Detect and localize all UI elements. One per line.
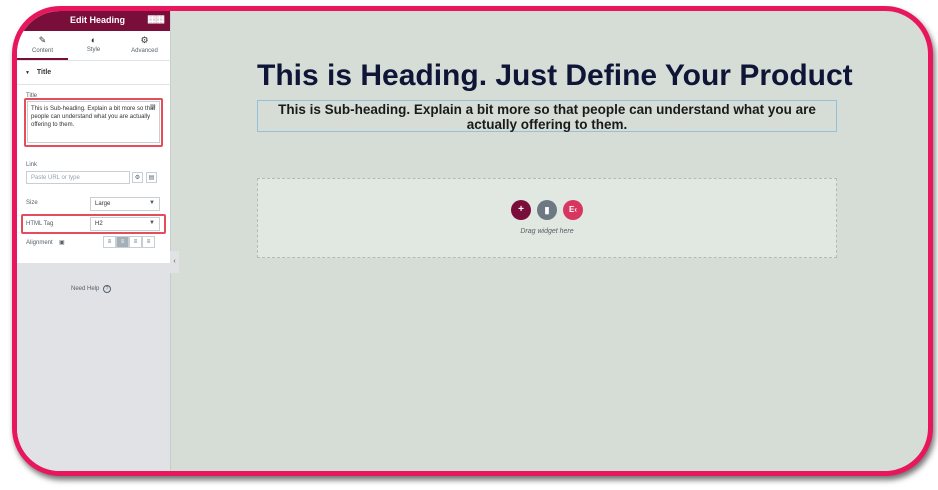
link-input[interactable]: Paste URL or type [26, 171, 130, 184]
html-tag-select-value: H2 [95, 221, 103, 227]
alignment-buttons: ≡ ≡ ≡ ≡ [103, 236, 155, 248]
tab-content[interactable]: ✎ Content [17, 31, 68, 60]
dropzone-buttons: + ▮ E‹ [511, 200, 583, 220]
link-settings-gear-icon[interactable]: ⚙ [132, 172, 143, 183]
pencil-icon: ✎ [38, 35, 47, 45]
chevron-down-icon: ▼ [149, 200, 155, 206]
chevron-down-icon: ▼ [149, 220, 155, 226]
elementor-kit-icon[interactable]: E‹ [563, 200, 583, 220]
gear-icon: ⚙ [140, 35, 149, 45]
need-help-label: Need Help [71, 286, 100, 292]
section-title-toggle[interactable]: ▼ Title [17, 61, 170, 85]
alignment-label: Alignment [26, 240, 53, 246]
desktop-icon[interactable]: ▣ [59, 239, 65, 246]
editor-panel: Edit Heading ▦▦ ✎ Content ◐ Style ⚙ Adva… [17, 11, 171, 471]
widget-dropzone[interactable]: + ▮ E‹ Drag widget here [257, 178, 837, 258]
html-tag-select[interactable]: H2 ▼ [90, 217, 160, 231]
contrast-icon: ◐ [90, 35, 97, 45]
align-justify-icon[interactable]: ≡ [142, 236, 155, 248]
tab-advanced[interactable]: ⚙ Advanced [119, 31, 170, 60]
section-title-label: Title [36, 69, 52, 76]
dynamic-tags-icon[interactable]: ▤ [150, 103, 156, 110]
caret-down-icon: ▼ [25, 70, 30, 76]
add-section-plus-icon[interactable]: + [511, 200, 531, 220]
align-center-icon[interactable]: ≡ [116, 236, 129, 248]
help-circle-icon: ? [103, 285, 112, 293]
panel-tabs: ✎ Content ◐ Style ⚙ Advanced [17, 31, 170, 61]
link-label: Link [26, 162, 38, 168]
tab-content-label: Content [31, 48, 53, 54]
template-folder-icon[interactable]: ▮ [537, 200, 557, 220]
need-help-link[interactable]: Need Help ? [71, 285, 112, 293]
size-select-value: Large [95, 201, 111, 207]
help-area: Need Help ? [17, 263, 170, 471]
link-dynamic-icon[interactable]: ▤ [146, 172, 157, 183]
tab-style-label: Style [86, 47, 101, 53]
size-select[interactable]: Large ▼ [90, 197, 160, 211]
panel-title: Edit Heading [70, 15, 126, 25]
tab-advanced-label: Advanced [131, 48, 158, 54]
align-left-icon[interactable]: ≡ [103, 236, 116, 248]
app-frame: Edit Heading ▦▦ ✎ Content ◐ Style ⚙ Adva… [12, 6, 933, 476]
page-subheading[interactable]: This is Sub-heading. Explain a bit more … [257, 100, 837, 132]
size-label: Size [26, 200, 38, 206]
html-tag-label: HTML Tag [26, 221, 54, 227]
drag-widget-text: Drag widget here [520, 228, 574, 235]
panel-header: Edit Heading ▦▦ [17, 11, 170, 31]
title-textarea[interactable]: This is Sub-heading. Explain a bit more … [27, 101, 160, 143]
page-heading[interactable]: This is Heading. Just Define Your Produc… [257, 59, 853, 93]
widgets-grid-icon[interactable]: ▦▦ [147, 14, 165, 25]
collapse-panel-handle[interactable]: ‹ [170, 251, 179, 273]
tab-style[interactable]: ◐ Style [68, 31, 119, 60]
align-right-icon[interactable]: ≡ [129, 236, 142, 248]
